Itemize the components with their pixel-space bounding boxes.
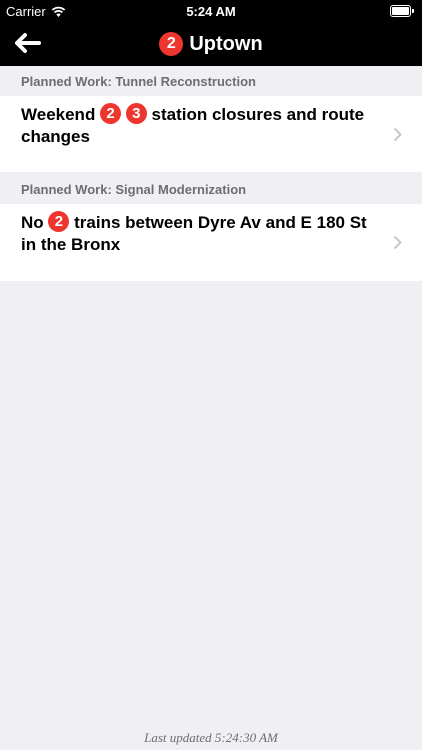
chevron-right-icon [393,127,402,142]
service-alert-row[interactable]: No 2 trains between Dyre Av and E 180 St… [0,204,422,281]
navigation-bar: 2 Uptown [0,22,422,66]
alert-prefix: No [21,213,44,232]
section-header: Planned Work: Tunnel Reconstruction [21,73,256,89]
route-bullet: 2 [48,211,70,233]
status-time: 5:24 AM [186,4,236,19]
section-header: Planned Work: Signal Modernization [21,181,247,197]
last-updated-label: Last updated 5:24:30 AM [144,730,278,745]
title-text: Uptown [189,32,263,55]
service-alert-row[interactable]: Weekend 2 3 station closures and route c… [0,96,422,172]
status-bar: Carrier 5:24 AM [0,0,422,22]
route-bullet: 2 [159,32,184,56]
route-bullet: 3 [125,103,147,125]
alert-text: Weekend 2 3 station closures and route c… [21,103,382,148]
battery-icon [390,5,414,17]
alert-description: trains between Dyre Av and E 180 St in t… [21,213,367,255]
route-bullet: 2 [100,103,122,125]
alert-text: No 2 trains between Dyre Av and E 180 St… [21,211,382,256]
chevron-right-icon [393,235,402,250]
alert-prefix: Weekend [21,105,96,124]
page-title: 2 Uptown [0,22,422,66]
